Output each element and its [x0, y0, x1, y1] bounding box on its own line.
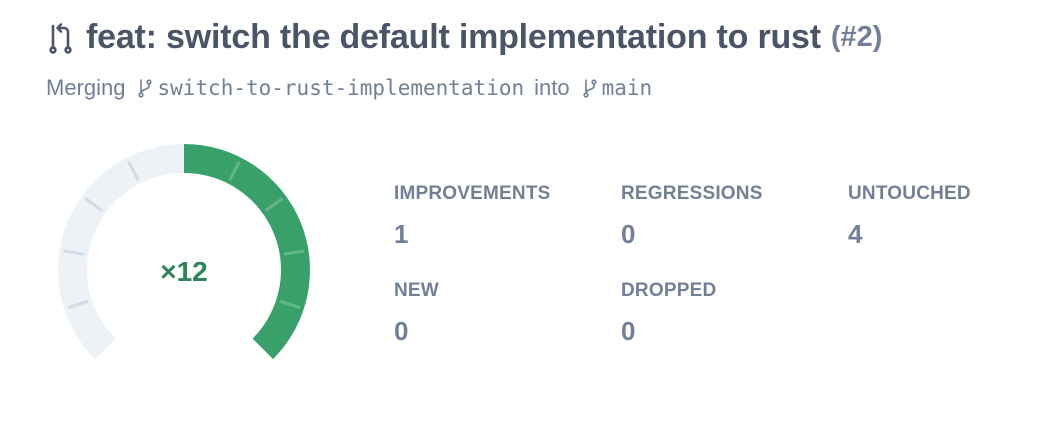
pr-title-row: feat: switch the default implementation … [46, 18, 1040, 57]
git-branch-icon [137, 78, 153, 98]
git-pull-request-icon [46, 21, 76, 55]
target-branch[interactable]: main [602, 76, 653, 100]
stat-new: NEW 0 [394, 280, 621, 347]
stat-value: 1 [394, 219, 409, 249]
git-branch-icon [582, 78, 598, 98]
pr-number[interactable]: (#2) [831, 21, 883, 54]
stat-label: NEW [394, 280, 439, 301]
stat-value: 0 [394, 316, 409, 346]
stat-value: 4 [848, 219, 863, 249]
stat-regressions: REGRESSIONS 0 [621, 183, 848, 250]
stat-label: REGRESSIONS [621, 183, 763, 204]
source-branch[interactable]: switch-to-rust-implementation [157, 76, 524, 100]
performance-gauge: ×12 [52, 140, 316, 370]
stat-improvements: IMPROVEMENTS 1 [394, 183, 621, 250]
stat-value: 0 [621, 219, 636, 249]
stat-label: DROPPED [621, 280, 717, 301]
stat-label: IMPROVEMENTS [394, 183, 551, 204]
stat-value: 0 [621, 316, 636, 346]
gauge-multiplier-label: ×12 [160, 256, 208, 287]
merging-label: Merging [46, 75, 126, 100]
into-label: into [534, 75, 570, 100]
stat-untouched: UNTOUCHED 4 [848, 183, 1034, 250]
gauge-chart: ×12 [57, 144, 311, 360]
stats-grid: IMPROVEMENTS 1 REGRESSIONS 0 UNTOUCHED 4 NEW 0 D… [394, 183, 1034, 347]
pr-title: feat: switch the default implementation … [86, 18, 821, 56]
pr-header: feat: switch the default implementation … [46, 18, 1040, 101]
stat-dropped: DROPPED 0 [621, 280, 848, 347]
merge-info: Merging switch-to-rust-implementation in… [46, 75, 1040, 101]
stat-label: UNTOUCHED [848, 183, 971, 204]
